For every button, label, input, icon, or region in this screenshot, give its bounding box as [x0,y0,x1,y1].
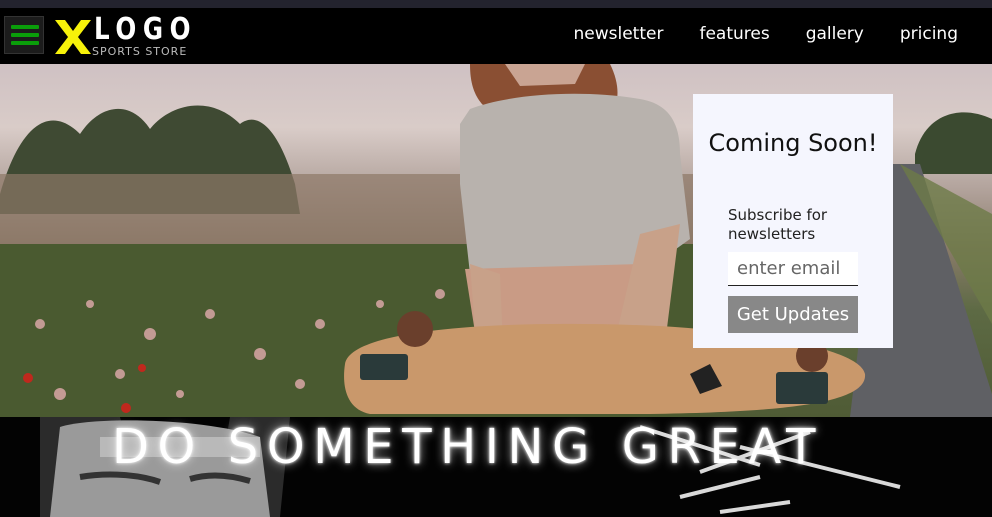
nav-link-newsletter[interactable]: newsletter [573,24,663,44]
panel-title: Coming Soon! [708,129,878,157]
top-strip [0,0,992,8]
logo-x-icon [55,20,91,54]
menu-icon[interactable] [4,16,44,54]
email-input[interactable] [728,252,858,286]
nav-link-pricing[interactable]: pricing [900,24,958,44]
logo-text: LOGO [94,12,198,47]
panel-description: Subscribe for newsletters [728,206,828,243]
nav-links: newsletter features gallery pricing [573,24,958,44]
nav-link-gallery[interactable]: gallery [806,24,864,44]
banner-headline: DO SOMETHING GREAT [112,419,825,475]
get-updates-button[interactable]: Get Updates [728,296,858,333]
navbar: LOGO SPORTS STORE newsletter features ga… [0,8,992,64]
nav-link-features[interactable]: features [699,24,769,44]
promo-banner: DO SOMETHING GREAT [0,417,992,517]
logo-subtitle: SPORTS STORE [92,45,188,58]
logo[interactable]: LOGO SPORTS STORE [55,12,200,60]
subscribe-panel: Coming Soon! Subscribe for newsletters G… [693,94,893,348]
